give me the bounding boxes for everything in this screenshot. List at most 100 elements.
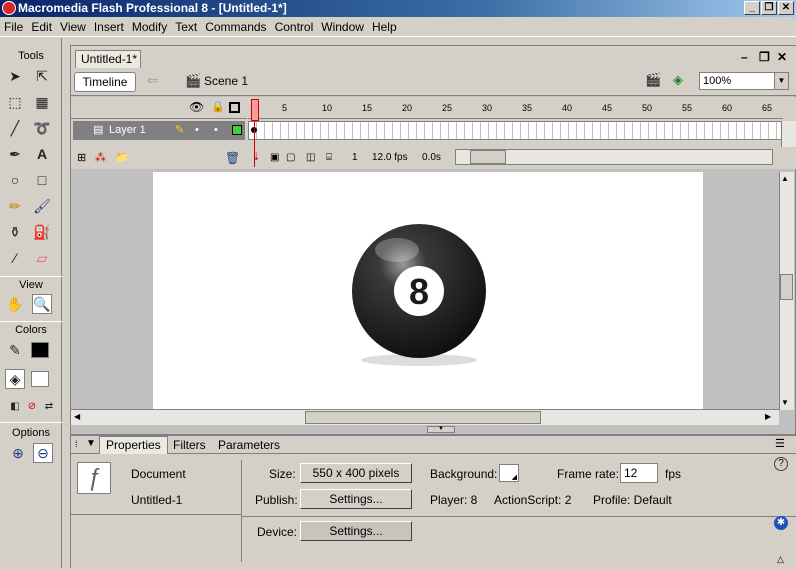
stroke-color-swatch[interactable] — [31, 342, 49, 358]
divider — [71, 514, 241, 515]
text-tool-icon[interactable]: A — [32, 144, 52, 164]
fill-color-swatch[interactable] — [31, 371, 49, 387]
frame-ruler[interactable]: 15101520253035404550556065 — [248, 97, 783, 119]
zoom-select[interactable]: 100% ▼ — [699, 72, 789, 90]
window-title: Macromedia Flash Professional 8 - [Untit… — [18, 1, 287, 15]
device-settings-button[interactable]: Settings... — [300, 521, 412, 541]
modify-onion-markers-icon[interactable]: ⌸ — [326, 152, 332, 163]
lock-icon[interactable]: 🔒 — [211, 100, 225, 113]
stage-vscroll-thumb[interactable] — [780, 274, 793, 300]
edit-scene-icon[interactable]: 🎬 — [645, 72, 661, 88]
doc-close-icon[interactable]: ✕ — [777, 50, 787, 64]
divider — [241, 460, 242, 562]
outline-icon[interactable] — [229, 102, 240, 113]
tab-properties[interactable]: Properties — [99, 436, 168, 454]
oval-tool-icon[interactable]: ○ — [5, 170, 25, 190]
background-color-swatch[interactable]: ◢ — [499, 464, 519, 482]
menu-commands[interactable]: Commands — [201, 17, 270, 37]
stage[interactable]: 8 — [153, 172, 703, 410]
zoom-tool-icon[interactable]: 🔍 — [32, 294, 52, 314]
scroll-down-icon[interactable]: ▼ — [781, 398, 789, 407]
menu-help[interactable]: Help — [368, 17, 401, 37]
panel-collapse-arrow-icon[interactable]: ▼ — [86, 438, 96, 449]
size-button[interactable]: 550 x 400 pixels — [300, 463, 412, 483]
timeline-status: ⇣ ▣ ▢ ◫ ⌸ 1 12.0 fps 0.0s — [248, 149, 783, 168]
playhead[interactable] — [251, 99, 259, 121]
hand-tool-icon[interactable]: ✋ — [5, 294, 25, 314]
minimize-button[interactable]: _ — [744, 1, 760, 15]
frame-grid[interactable] — [248, 121, 783, 140]
menu-edit[interactable]: Edit — [27, 17, 56, 37]
timeline-hscroll-thumb[interactable] — [470, 150, 506, 164]
delete-layer-icon[interactable]: 🗑 — [225, 151, 240, 165]
onion-skin-icon[interactable]: ▣ — [270, 152, 279, 163]
lasso-tool-icon[interactable]: ➰ — [32, 118, 52, 138]
zoom-in-icon[interactable]: ⊕ — [8, 443, 28, 463]
brush-tool-icon[interactable]: 🖌 — [32, 196, 52, 216]
menu-insert[interactable]: Insert — [90, 17, 128, 37]
close-button[interactable]: ✕ — [778, 1, 794, 15]
gradient-transform-tool-icon[interactable]: ▦ — [32, 92, 52, 112]
panel-gripper-icon[interactable]: ⁞ — [75, 439, 78, 449]
layer-row[interactable]: ▤ Layer 1 ✎ • • — [73, 121, 245, 140]
menu-window[interactable]: Window — [317, 17, 368, 37]
pen-tool-icon[interactable]: ✒ — [5, 144, 25, 164]
frame-number: 20 — [402, 103, 413, 113]
visibility-dot-icon[interactable]: • — [195, 121, 199, 140]
layer-outline-color-icon[interactable] — [232, 125, 242, 135]
scroll-left-icon[interactable]: ◀ — [74, 412, 80, 421]
menu-control[interactable]: Control — [271, 17, 318, 37]
zoom-out-icon[interactable]: ⊖ — [33, 443, 53, 463]
pencil-tool-icon[interactable]: ✏ — [5, 196, 25, 216]
eraser-tool-icon[interactable]: ▱ — [32, 248, 52, 268]
insert-layer-icon[interactable]: ⊞ — [77, 151, 86, 164]
menu-file[interactable]: File — [0, 17, 27, 37]
panel-collapse-icon[interactable]: ▼ — [427, 426, 455, 433]
properties-body: ƒ Document Untitled-1 Size: 550 x 400 pi… — [71, 454, 796, 569]
onion-skin-outlines-icon[interactable]: ▢ — [286, 152, 295, 163]
stage-hscroll-thumb[interactable] — [305, 411, 541, 424]
tab-parameters[interactable]: Parameters — [218, 438, 280, 452]
tab-filters[interactable]: Filters — [173, 438, 206, 452]
ink-bottle-tool-icon[interactable]: ⚱ — [5, 222, 25, 242]
frame-rate-label: Frame rate: — [557, 467, 620, 481]
accessibility-icon[interactable]: ✱ — [774, 516, 788, 530]
menu-view[interactable]: View — [56, 17, 90, 37]
free-transform-tool-icon[interactable]: ⬚ — [5, 92, 25, 112]
center-frame-icon[interactable]: ⇣ — [252, 152, 260, 163]
frame-rate-input[interactable]: 12 — [620, 463, 658, 483]
timeline-vscroll[interactable] — [781, 121, 796, 147]
publish-settings-button[interactable]: Settings... — [300, 489, 412, 509]
timeline-toggle-button[interactable]: Timeline — [74, 72, 136, 92]
restore-button[interactable]: ❐ — [761, 1, 777, 15]
properties-tabs: ⁞ ▼ Properties Filters Parameters ☰ — [71, 436, 796, 454]
scroll-right-icon[interactable]: ▶ — [765, 412, 771, 421]
eye-icon[interactable]: 👁 — [189, 100, 204, 114]
help-icon[interactable]: ? — [774, 457, 788, 471]
scroll-up-icon[interactable]: ▲ — [781, 174, 789, 183]
rectangle-tool-icon[interactable]: □ — [32, 170, 52, 190]
line-tool-icon[interactable]: ╱ — [5, 118, 25, 138]
swap-colors-icon[interactable]: ⇄ — [39, 396, 59, 416]
eyedropper-tool-icon[interactable]: ⁄ — [5, 248, 25, 268]
expand-panel-icon[interactable]: △ — [777, 554, 784, 565]
document-tab[interactable]: Untitled-1* — [75, 50, 141, 68]
subselection-tool-icon[interactable]: ⇱ — [32, 66, 52, 86]
doc-minimize-icon[interactable]: – — [741, 50, 748, 64]
doc-restore-icon[interactable]: ❐ — [759, 50, 770, 64]
menu-modify[interactable]: Modify — [128, 17, 171, 37]
lock-dot-icon[interactable]: • — [214, 121, 218, 140]
title-bar: Macromedia Flash Professional 8 - [Untit… — [0, 0, 796, 17]
paint-bucket-tool-icon[interactable]: ⛽ — [32, 222, 52, 242]
edit-symbols-icon[interactable]: ◈ — [673, 72, 683, 88]
add-motion-guide-icon[interactable]: ⁂ — [95, 151, 106, 164]
stage-hscroll[interactable]: ◀ ▶ — [71, 409, 779, 425]
selection-tool-icon[interactable]: ➤ — [5, 66, 25, 86]
current-frame-value: 1 — [352, 152, 358, 163]
edit-multiple-frames-icon[interactable]: ◫ — [306, 152, 315, 163]
back-arrow-icon[interactable]: ⇐ — [147, 72, 159, 89]
insert-folder-icon[interactable]: 📁 — [115, 151, 129, 164]
stage-vscroll-track[interactable]: ▲ ▼ — [779, 172, 794, 410]
panel-menu-icon[interactable]: ☰ — [775, 437, 785, 450]
menu-text[interactable]: Text — [171, 17, 201, 37]
